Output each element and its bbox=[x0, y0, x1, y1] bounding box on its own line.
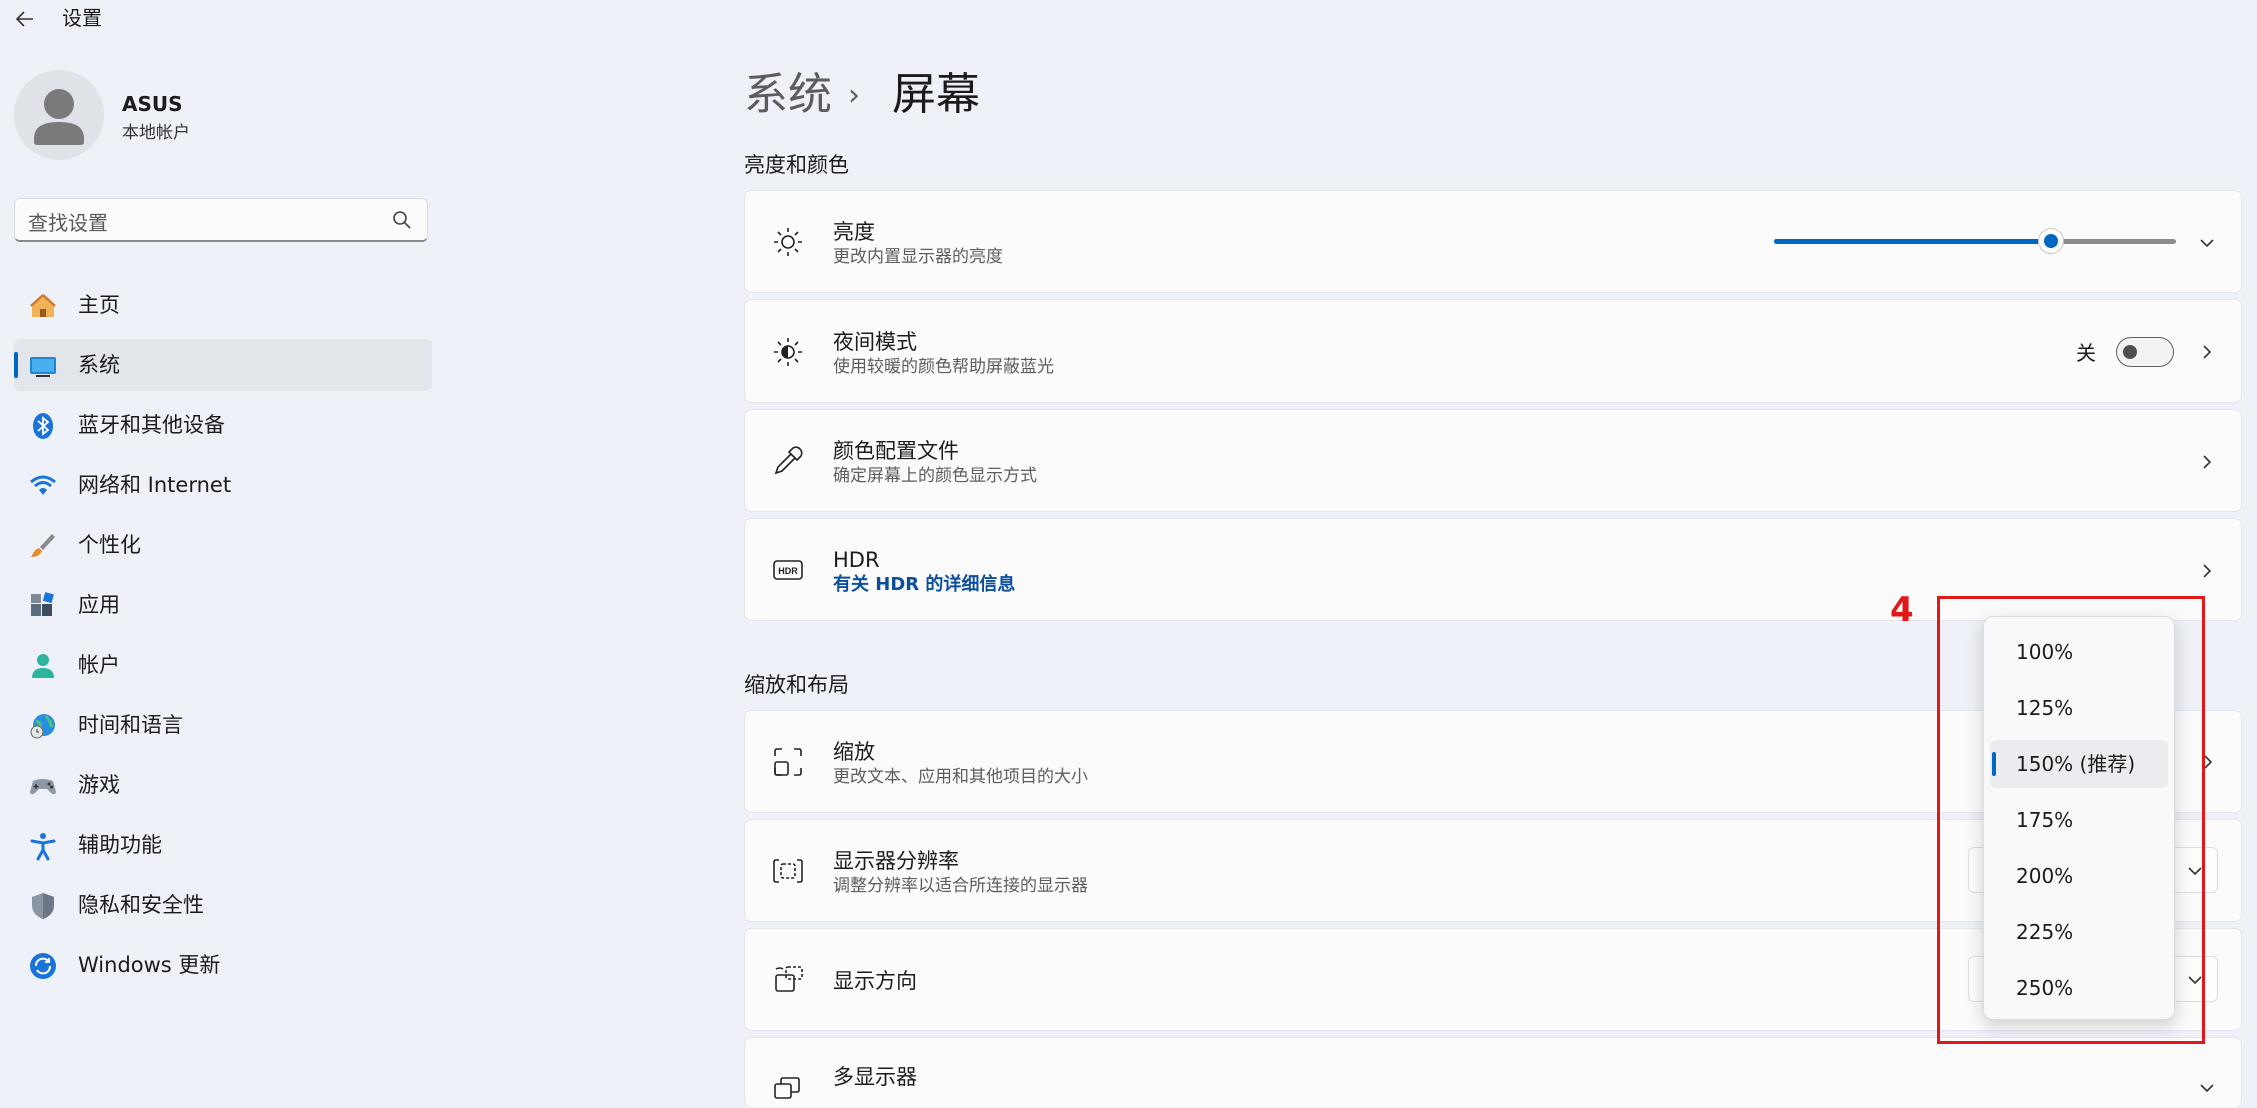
eyedropper-icon bbox=[774, 446, 803, 475]
sidebar-item-privacy[interactable]: 隐私和安全性 bbox=[14, 879, 432, 931]
sidebar-item-label: 系统 bbox=[78, 353, 120, 377]
scale-icon bbox=[774, 748, 802, 776]
sidebar-item-bluetooth[interactable]: 蓝牙和其他设备 bbox=[14, 399, 432, 451]
hdr-icon: HDR bbox=[773, 560, 803, 580]
search-placeholder: 查找设置 bbox=[28, 211, 108, 235]
resolution-subtitle: 调整分辨率以适合所连接的显示器 bbox=[833, 876, 1088, 896]
multi-display-icon bbox=[774, 1077, 800, 1099]
account-type: 本地帐户 bbox=[122, 123, 190, 143]
color-profile-card[interactable]: 颜色配置文件 确定屏幕上的颜色显示方式 bbox=[744, 409, 2242, 512]
brightness-subtitle: 更改内置显示器的亮度 bbox=[833, 247, 1003, 267]
section-heading-scale-layout: 缩放和布局 bbox=[744, 673, 849, 697]
back-arrow-icon bbox=[15, 11, 33, 27]
home-icon bbox=[30, 294, 56, 317]
update-icon bbox=[30, 953, 56, 979]
night-light-subtitle: 使用较暖的颜色帮助屏蔽蓝光 bbox=[833, 357, 1054, 377]
sidebar-item-apps[interactable]: 应用 bbox=[14, 579, 432, 631]
sidebar-item-time-language[interactable]: 时间和语言 bbox=[14, 699, 432, 751]
wifi-icon bbox=[30, 475, 56, 495]
sun-icon bbox=[774, 228, 802, 256]
night-light-state: 关 bbox=[2076, 341, 2096, 365]
app-title: 设置 bbox=[62, 6, 102, 30]
color-profile-subtitle: 确定屏幕上的颜色显示方式 bbox=[833, 466, 1037, 486]
annotation-box bbox=[1937, 596, 2205, 1044]
resolution-title: 显示器分辨率 bbox=[833, 849, 959, 873]
account-icon bbox=[32, 654, 54, 678]
sidebar-item-network[interactable]: 网络和 Internet bbox=[14, 459, 432, 511]
night-light-title: 夜间模式 bbox=[833, 330, 917, 354]
page-title: 屏幕 bbox=[892, 69, 980, 120]
sidebar-item-personalization[interactable]: 个性化 bbox=[14, 519, 432, 571]
sidebar-item-label: 网络和 Internet bbox=[78, 473, 232, 497]
sidebar-item-accessibility[interactable]: 辅助功能 bbox=[14, 819, 432, 871]
chevron-down-icon[interactable] bbox=[2197, 1078, 2217, 1098]
back-button[interactable] bbox=[10, 4, 40, 34]
apps-icon bbox=[31, 592, 54, 616]
sidebar-item-label: 应用 bbox=[78, 593, 120, 617]
breadcrumb-parent[interactable]: 系统 bbox=[744, 68, 832, 122]
svg-text:HDR: HDR bbox=[778, 566, 798, 576]
globe-clock-icon bbox=[30, 714, 55, 739]
brush-icon bbox=[31, 534, 55, 557]
chevron-down-icon[interactable] bbox=[2197, 233, 2217, 253]
section-heading-brightness-color: 亮度和颜色 bbox=[744, 153, 849, 177]
sidebar-item-label: 隐私和安全性 bbox=[78, 893, 204, 917]
sidebar-item-label: 个性化 bbox=[78, 533, 141, 557]
chevron-right-icon[interactable] bbox=[2197, 561, 2217, 581]
gamepad-icon bbox=[30, 779, 56, 795]
brightness-slider-fill bbox=[1774, 239, 2051, 244]
brightness-title: 亮度 bbox=[833, 220, 875, 244]
sidebar-item-label: 辅助功能 bbox=[78, 833, 162, 857]
sidebar-item-label: 蓝牙和其他设备 bbox=[78, 413, 225, 437]
sidebar-item-label: 主页 bbox=[78, 293, 120, 317]
system-icon bbox=[30, 357, 56, 377]
resolution-icon bbox=[773, 859, 803, 883]
scale-title: 缩放 bbox=[833, 740, 875, 764]
breadcrumb-separator: › bbox=[848, 78, 860, 113]
scale-subtitle: 更改文本、应用和其他项目的大小 bbox=[833, 767, 1088, 787]
avatar[interactable] bbox=[14, 70, 104, 160]
hdr-title: HDR bbox=[833, 548, 880, 572]
chevron-right-icon[interactable] bbox=[2197, 452, 2217, 472]
shield-icon bbox=[32, 893, 54, 919]
orientation-title: 显示方向 bbox=[833, 969, 917, 993]
sidebar-item-home[interactable]: 主页 bbox=[14, 279, 432, 331]
night-light-icon bbox=[774, 338, 802, 366]
hdr-info-link[interactable]: 有关 HDR 的详细信息 bbox=[833, 574, 1015, 596]
sidebar-item-label: 游戏 bbox=[78, 773, 120, 797]
search-icon[interactable] bbox=[390, 208, 414, 232]
sidebar-item-label: Windows 更新 bbox=[78, 953, 221, 977]
night-light-toggle[interactable] bbox=[2116, 337, 2174, 367]
orientation-icon bbox=[775, 966, 803, 992]
color-profile-title: 颜色配置文件 bbox=[833, 439, 959, 463]
person-icon bbox=[34, 89, 84, 145]
accessibility-icon bbox=[30, 833, 56, 861]
user-name: ASUS bbox=[122, 92, 183, 116]
selected-indicator bbox=[14, 352, 18, 378]
multi-display-card[interactable]: 多显示器 bbox=[744, 1037, 2242, 1107]
sidebar-item-accounts[interactable]: 帐户 bbox=[14, 639, 432, 691]
night-light-card[interactable]: 夜间模式 使用较暖的颜色帮助屏蔽蓝光 bbox=[744, 299, 2242, 403]
sidebar-item-windows-update[interactable]: Windows 更新 bbox=[14, 939, 432, 991]
brightness-slider-thumb[interactable] bbox=[2039, 229, 2063, 253]
chevron-right-icon[interactable] bbox=[2197, 342, 2217, 362]
sidebar-item-system[interactable]: 系统 bbox=[14, 339, 432, 391]
multi-display-title: 多显示器 bbox=[833, 1065, 917, 1089]
sidebar-item-gaming[interactable]: 游戏 bbox=[14, 759, 432, 811]
sidebar-item-label: 帐户 bbox=[78, 653, 120, 677]
annotation-number: 4 bbox=[1890, 590, 1914, 630]
sidebar-item-label: 时间和语言 bbox=[78, 713, 183, 737]
bluetooth-icon bbox=[33, 413, 53, 439]
